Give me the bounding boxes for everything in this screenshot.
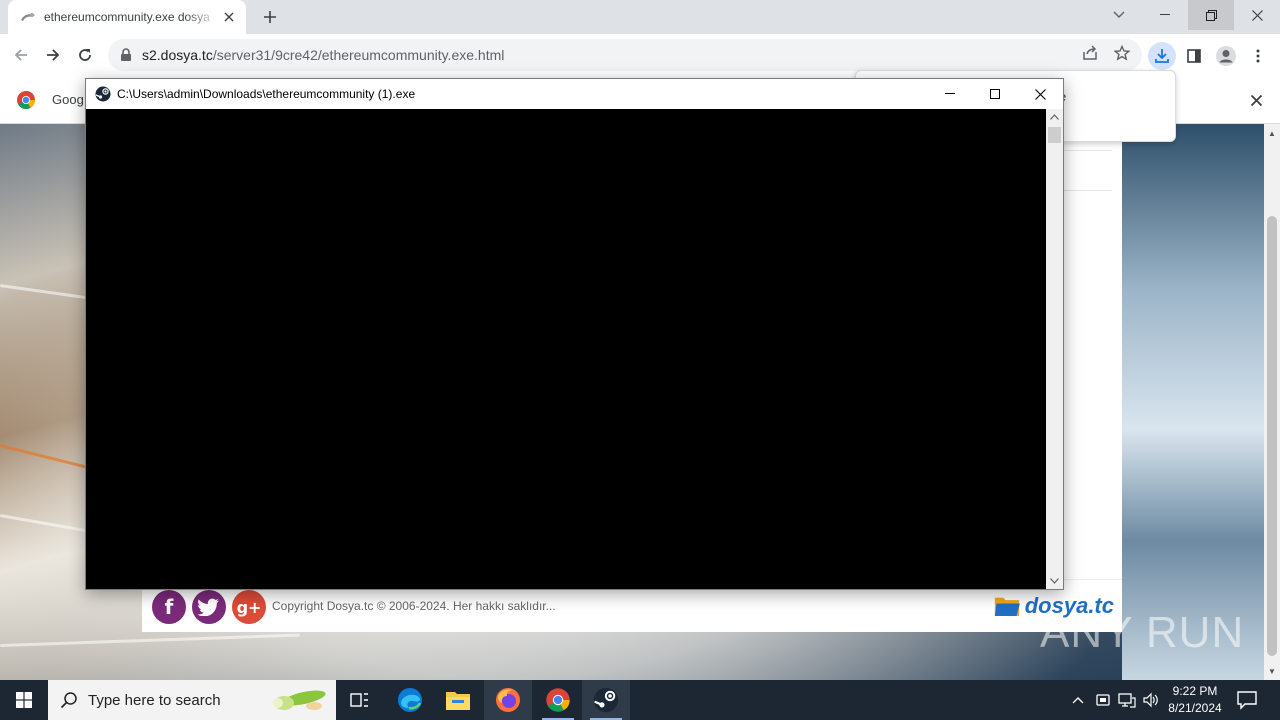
address-bar[interactable]: s2.dosya.tc/server31/9cre42/ethereumcomm… xyxy=(108,39,1142,71)
scroll-down-icon[interactable]: ▼ xyxy=(1267,666,1277,676)
info-bar-text: Goog xyxy=(52,92,84,107)
console-window[interactable]: C:\Users\admin\Downloads\ethereumcommuni… xyxy=(85,78,1064,590)
file-explorer-icon[interactable] xyxy=(434,680,482,720)
console-titlebar[interactable]: C:\Users\admin\Downloads\ethereumcommuni… xyxy=(86,79,1063,109)
windows-taskbar: Type here to search 9:22 PM 8/21/2024 xyxy=(0,680,1280,720)
edge-browser-icon[interactable] xyxy=(386,680,434,720)
console-maximize-icon[interactable] xyxy=(972,79,1018,109)
show-hidden-icons-chevron-icon[interactable] xyxy=(1068,690,1088,710)
notification-center-icon[interactable] xyxy=(1236,690,1258,710)
volume-icon[interactable] xyxy=(1141,690,1161,710)
browser-tab[interactable]: ethereumcommunity.exe dosya xyxy=(8,0,246,34)
close-window-icon[interactable] xyxy=(1234,0,1280,30)
page-scrollbar-thumb[interactable] xyxy=(1267,216,1277,656)
console-title: C:\Users\admin\Downloads\ethereumcommuni… xyxy=(117,87,416,101)
divider xyxy=(1062,150,1112,151)
lock-icon[interactable] xyxy=(120,48,134,62)
browser-menu-icon[interactable] xyxy=(1244,42,1272,70)
console-minimize-icon[interactable] xyxy=(927,79,973,109)
forward-icon[interactable] xyxy=(40,42,66,68)
steam-app-icon xyxy=(95,86,111,102)
console-scroll-down-icon[interactable] xyxy=(1049,575,1060,587)
chrome-taskbar-icon[interactable] xyxy=(534,680,582,720)
restore-icon[interactable] xyxy=(1188,0,1234,30)
twitter-icon[interactable] xyxy=(192,590,226,624)
chrome-logo-icon xyxy=(17,90,36,110)
network-icon[interactable] xyxy=(1117,690,1137,710)
side-panel-icon[interactable] xyxy=(1180,42,1208,70)
google-plus-icon[interactable]: g+ xyxy=(232,590,266,624)
background-streak xyxy=(0,633,300,647)
console-scrollbar[interactable] xyxy=(1046,109,1063,589)
share-icon[interactable] xyxy=(1079,42,1101,64)
tab-search-chevron-icon[interactable] xyxy=(1096,0,1142,30)
folder-logo-icon xyxy=(994,597,1020,617)
copyright-text: Copyright Dosya.tc © 2006-2024. Her hakk… xyxy=(272,599,556,613)
steam-taskbar-icon[interactable] xyxy=(582,680,630,720)
anyrun-watermark: ANY RUN xyxy=(1040,608,1245,657)
scroll-up-icon[interactable]: ▲ xyxy=(1267,128,1277,138)
new-tab-icon[interactable] xyxy=(258,5,282,29)
taskbar-search-placeholder: Type here to search xyxy=(88,691,221,709)
minimize-icon[interactable] xyxy=(1142,0,1188,30)
tab-strip: ethereumcommunity.exe dosya xyxy=(0,0,1280,34)
console-close-icon[interactable] xyxy=(1017,79,1063,109)
clock-time: 9:22 PM xyxy=(1172,684,1218,698)
reload-icon[interactable] xyxy=(72,42,98,68)
profile-avatar-icon[interactable] xyxy=(1212,42,1240,70)
search-highlight-art-icon xyxy=(273,690,326,710)
download-icon[interactable] xyxy=(1148,42,1176,70)
info-bar-close-icon[interactable] xyxy=(1246,90,1266,110)
bookmark-star-icon[interactable] xyxy=(1111,42,1133,64)
page-favicon-icon xyxy=(20,9,36,25)
system-clock[interactable]: 9:22 PM 8/21/2024 xyxy=(1160,683,1230,717)
console-scroll-up-icon[interactable] xyxy=(1049,111,1060,123)
background-right-panel xyxy=(1122,124,1264,680)
divider xyxy=(1062,190,1112,191)
clock-date: 8/21/2024 xyxy=(1168,701,1222,715)
url-text: s2.dosya.tc/server31/9cre42/ethereumcomm… xyxy=(142,47,505,63)
taskbar-search-box[interactable]: Type here to search xyxy=(48,680,336,720)
firefox-icon[interactable] xyxy=(484,680,532,720)
back-icon[interactable] xyxy=(8,42,34,68)
facebook-icon[interactable]: f xyxy=(152,590,186,624)
tab-title: ethereumcommunity.exe dosya xyxy=(44,10,210,24)
console-scrollbar-thumb[interactable] xyxy=(1048,127,1061,143)
tab-close-icon[interactable] xyxy=(220,8,238,26)
security-tray-icon[interactable] xyxy=(1093,690,1113,710)
console-output[interactable] xyxy=(86,109,1046,589)
page-scrollbar[interactable]: ▲ ▼ xyxy=(1264,124,1280,680)
search-icon xyxy=(60,692,77,709)
task-view-icon[interactable] xyxy=(336,680,384,720)
windows-start-icon[interactable] xyxy=(0,680,48,720)
